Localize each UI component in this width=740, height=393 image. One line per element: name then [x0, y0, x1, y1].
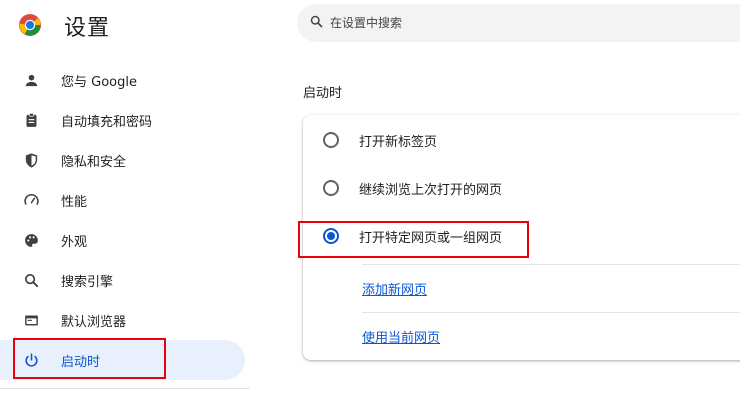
shield-icon: [22, 151, 40, 169]
search-bar[interactable]: [297, 4, 740, 42]
option-label: 继续浏览上次打开的网页: [359, 182, 503, 198]
sidebar-item-label: 外观: [61, 234, 88, 250]
add-page-row: 添加新网页: [362, 264, 740, 312]
sidebar-item-label: 搜索引擎: [61, 274, 114, 290]
sidebar-item-performance[interactable]: 性能: [0, 180, 245, 220]
speedometer-icon: [22, 191, 40, 209]
radio-button[interactable]: [323, 180, 339, 196]
sidebar-item-autofill[interactable]: 自动填充和密码: [0, 100, 245, 140]
option-specific-pages[interactable]: 打开特定网页或一组网页: [303, 212, 740, 260]
sidebar: 您与 Google 自动填充和密码 隐私和安全 性能 外观 搜索引擎 默认浏览器…: [0, 60, 250, 380]
sidebar-item-label: 自动填充和密码: [61, 114, 153, 130]
sidebar-item-privacy[interactable]: 隐私和安全: [0, 140, 245, 180]
sidebar-item-search-engine[interactable]: 搜索引擎: [0, 260, 245, 300]
sidebar-item-you-and-google[interactable]: 您与 Google: [0, 60, 245, 100]
sidebar-item-on-startup[interactable]: 启动时: [0, 340, 245, 380]
option-label: 打开新标签页: [359, 134, 438, 150]
sidebar-item-label: 性能: [61, 194, 88, 210]
sidebar-item-label: 您与 Google: [61, 74, 137, 90]
option-label: 打开特定网页或一组网页: [359, 230, 503, 246]
palette-icon: [22, 231, 40, 249]
option-continue[interactable]: 继续浏览上次打开的网页: [303, 164, 740, 212]
use-current-pages-link[interactable]: 使用当前网页: [362, 327, 440, 346]
option-new-tab[interactable]: 打开新标签页: [303, 116, 740, 164]
sidebar-item-label: 隐私和安全: [61, 154, 127, 170]
radio-button-checked[interactable]: [323, 228, 339, 244]
sidebar-item-label: 启动时: [61, 354, 101, 370]
search-icon: [22, 271, 40, 289]
sidebar-item-label: 默认浏览器: [61, 314, 127, 330]
use-current-pages-row: 使用当前网页: [362, 312, 740, 360]
sidebar-item-appearance[interactable]: 外观: [0, 220, 245, 260]
add-new-page-link[interactable]: 添加新网页: [362, 279, 427, 298]
sidebar-item-default-browser[interactable]: 默认浏览器: [0, 300, 245, 340]
startup-options-card: 打开新标签页 继续浏览上次打开的网页 打开特定网页或一组网页 添加新网页 使用当…: [303, 115, 740, 360]
clipboard-icon: [22, 111, 40, 129]
browser-icon: [22, 311, 40, 329]
radio-button[interactable]: [323, 132, 339, 148]
section-title: 启动时: [303, 86, 343, 101]
page-title: 设置: [64, 16, 111, 41]
chrome-logo-icon: [18, 13, 42, 37]
search-icon: [309, 14, 324, 33]
sidebar-divider: [0, 388, 250, 389]
search-input[interactable]: [330, 16, 710, 30]
power-icon: [22, 351, 40, 369]
person-icon: [22, 71, 40, 89]
